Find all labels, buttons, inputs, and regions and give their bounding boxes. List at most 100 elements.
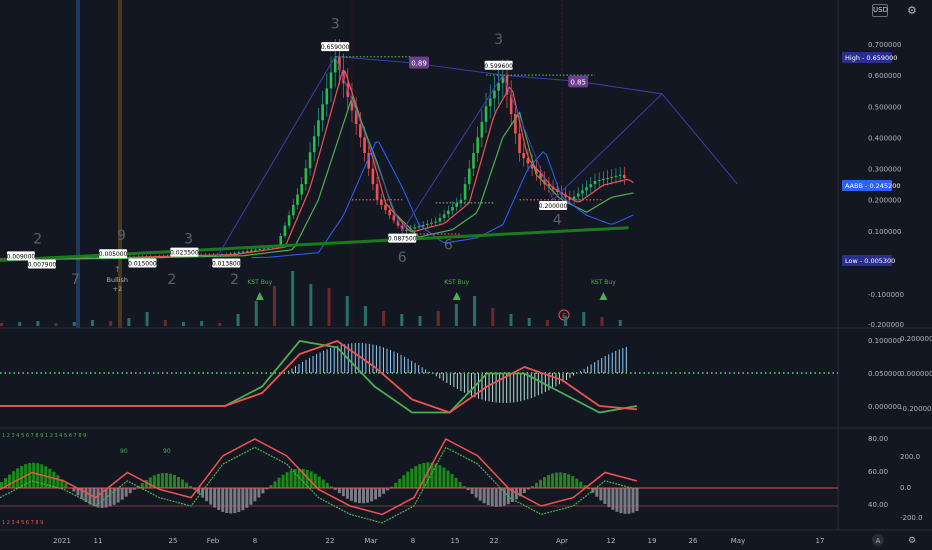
osc-histogram-bar — [28, 463, 32, 488]
osc-histogram-bar — [84, 488, 88, 503]
price-tag-text: 0.087500 — [388, 236, 417, 243]
osc-histogram-bar — [490, 488, 494, 507]
price-pane[interactable]: 0.0090000.007900 0.0050000.015000 0.023500… — [0, 16, 738, 326]
osc-histogram-bar — [482, 488, 486, 504]
volume-bar — [109, 321, 113, 326]
candle-body — [296, 194, 299, 205]
wave-count-label: 2 — [230, 272, 239, 288]
candle-body — [312, 136, 316, 153]
wave-count-label: 3 — [494, 32, 503, 48]
volume-bar — [509, 314, 513, 326]
osc-histogram-bar — [245, 488, 249, 508]
osc-histogram-bar — [635, 488, 639, 512]
volume-bar — [36, 321, 40, 326]
counter-row-top: 1 2 3 4 5 6 7 8 9 1 2 3 4 5 6 7 8 9 — [2, 433, 86, 439]
osc-histogram-bar — [454, 477, 458, 488]
osc-histogram-bar — [56, 475, 60, 488]
osc-histogram-bar — [205, 488, 209, 502]
price-tick-label: -0.100000 — [868, 291, 904, 299]
osc-histogram-bar — [64, 483, 68, 488]
price-tag-text: 0.659000 — [321, 44, 350, 51]
time-tick-label: 25 — [169, 537, 178, 545]
gear-icon[interactable]: ⚙ — [907, 4, 917, 17]
osc-histogram-bar — [317, 476, 321, 488]
candle-body — [233, 252, 236, 254]
time-tick-label: 11 — [94, 537, 103, 545]
chart-canvas[interactable]: 0.0090000.007900 0.0050000.015000 0.023500… — [0, 0, 932, 550]
high-price-tag-label: High - 0.659000 — [845, 54, 897, 62]
candle-body — [392, 215, 396, 221]
kst-pane[interactable] — [0, 339, 838, 414]
osc-histogram-bar — [543, 477, 547, 488]
time-tick-label: 22 — [326, 537, 335, 545]
osc-histogram-bar — [474, 488, 478, 498]
price-tag-text: 0.005000 — [99, 251, 128, 258]
candle-body — [476, 137, 479, 153]
volume-bar — [527, 318, 531, 326]
volume-bar — [564, 316, 568, 326]
candle-body — [518, 133, 521, 153]
osc-histogram-bar — [442, 467, 446, 488]
time-tick-label: 2021 — [53, 537, 71, 545]
kst-buy-label: KST Buy — [444, 279, 469, 286]
candle-body — [317, 120, 320, 137]
currency-badge[interactable]: USD — [872, 4, 888, 17]
candle-body — [237, 252, 241, 254]
wave-count-label: 9 — [117, 228, 126, 244]
time-tick-label: 8 — [253, 537, 257, 545]
osc-histogram-bar — [168, 473, 172, 488]
candle-body — [283, 225, 287, 237]
osc-histogram-bar — [261, 488, 265, 494]
time-tick-label: 17 — [816, 537, 825, 545]
osc-tick-right: 0.0 — [900, 484, 911, 492]
buy-arrow-icon — [255, 292, 264, 300]
candle-body — [258, 249, 262, 251]
kst-tick-right: 0.200000 — [900, 335, 932, 343]
osc-histogram-bar — [176, 476, 180, 488]
osc-histogram-bar — [120, 488, 124, 500]
candle-body — [426, 223, 429, 226]
osc-histogram-bar — [325, 482, 329, 488]
osc-histogram-bar — [394, 482, 398, 488]
osc-histogram-bar — [209, 488, 213, 505]
candle-body — [488, 98, 492, 107]
osc-histogram-bar — [40, 464, 44, 488]
osc-histogram-bar — [446, 470, 450, 488]
volume-bar — [600, 317, 604, 326]
candle-body — [484, 106, 488, 122]
osc-histogram-bar — [257, 488, 261, 498]
oscillator-pane[interactable]: 1 2 3 4 5 6 7 8 9 1 2 3 4 5 6 7 8 9 1 2 3… — [0, 433, 838, 526]
kst-buy-label: KST Buy — [591, 279, 616, 286]
osc-histogram-bar — [321, 479, 325, 488]
wave-count-label: 2 — [167, 272, 176, 288]
candle-body — [463, 184, 467, 200]
volume-bar — [181, 322, 185, 326]
candle-body — [497, 82, 500, 91]
osc-histogram-bar — [631, 488, 635, 513]
osc-histogram-bar — [398, 478, 402, 488]
bullish-arrow-icon: ↑ — [114, 265, 121, 274]
osc-histogram-bar — [534, 482, 538, 488]
candle-body — [413, 227, 417, 229]
osc-histogram-bar — [615, 488, 619, 512]
candle-body — [618, 174, 622, 176]
price-tag-text: 0.007900 — [28, 261, 57, 268]
candle-body — [581, 190, 584, 194]
kst-tick-right: -0.200000 — [900, 405, 932, 413]
osc-histogram-bar — [281, 474, 285, 488]
volume-bar — [54, 323, 58, 326]
osc-histogram-bar — [607, 488, 611, 508]
osc-histogram-bar — [225, 488, 229, 514]
candle-body — [610, 176, 614, 178]
kst-tick-left: 0.100000 — [868, 337, 901, 345]
volume-bar — [145, 312, 149, 326]
kst-buy-label: KST Buy — [247, 279, 272, 286]
osc-histogram-bar — [253, 488, 257, 502]
volume-bar — [18, 322, 22, 326]
osc-histogram-bar — [595, 488, 599, 497]
candle-body — [262, 248, 266, 250]
osc-histogram-bar — [0, 482, 3, 488]
fib-ratio-text: 0.85 — [570, 78, 586, 86]
osc-histogram-bar — [438, 465, 442, 488]
osc-histogram-bar — [603, 488, 607, 505]
